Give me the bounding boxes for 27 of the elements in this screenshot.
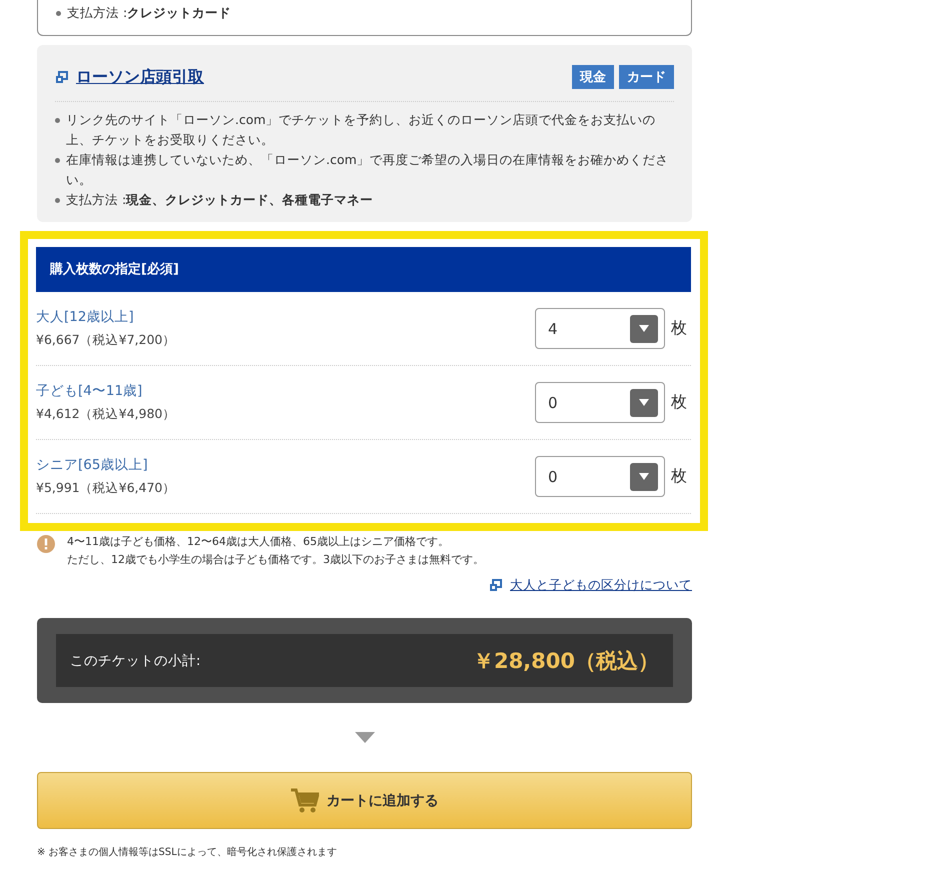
info-text: リンク先のサイト「ローソン.com」でチケットを予約し、お近くのローソン店頭で代金をお支払いの上、チケットをお受取りください。: [66, 111, 657, 149]
ticket-type-label: 大人[12歳以上]: [36, 308, 135, 326]
notice-text: 4〜11歳は子ども価格、12〜64歳は大人価格、65歳以上はシニア価格です。: [67, 534, 450, 550]
notice-text: ただし、12歳でも小学生の場合は子ども価格です。3歳以下のお子さまは無料です。: [67, 552, 484, 568]
unit-label: 枚: [671, 466, 688, 487]
ticket-type-label: 子ども[4〜11歳]: [36, 382, 144, 400]
ticket-price: ¥6,667（税込¥7,200）: [36, 332, 176, 349]
ticket-price: ¥4,612（税込¥4,980）: [36, 406, 176, 423]
quantity-select[interactable]: 4: [535, 308, 665, 349]
ticket-type-label: シニア[65歳以上]: [36, 456, 149, 474]
unit-label: 枚: [671, 318, 688, 339]
section-header: 購入枚数の指定[必須]: [36, 247, 691, 292]
ticket-price: ¥5,991（税込¥6,470）: [36, 480, 176, 497]
payment-method-text: 支払方法 :クレジットカード: [67, 4, 232, 22]
unit-label: 枚: [671, 392, 688, 413]
quantity-select[interactable]: 0: [535, 382, 665, 423]
subtotal-label: このチケットの小計:: [70, 652, 201, 670]
lawson-link[interactable]: ローソン店頭引取: [76, 66, 204, 88]
payment-badge: カード: [619, 65, 674, 89]
subtotal-amount: ￥28,800（税込）: [472, 648, 659, 674]
add-to-cart-button[interactable]: カートに追加する: [37, 772, 692, 829]
info-text: 支払方法 :現金、クレジットカード、各種電子マネー: [66, 191, 374, 209]
quantity-select[interactable]: 0: [535, 456, 665, 497]
security-note: ※ お客さまの個人情報等はSSLによって、暗号化され保護されます: [37, 846, 338, 859]
age-category-link[interactable]: 大人と子どもの区分けについて: [510, 577, 692, 594]
info-text: 在庫情報は連携していないため、「ローソン.com」で再度ご希望の入場日の在庫情報をお確かめください。: [66, 151, 670, 189]
payment-badge: 現金: [572, 65, 614, 89]
